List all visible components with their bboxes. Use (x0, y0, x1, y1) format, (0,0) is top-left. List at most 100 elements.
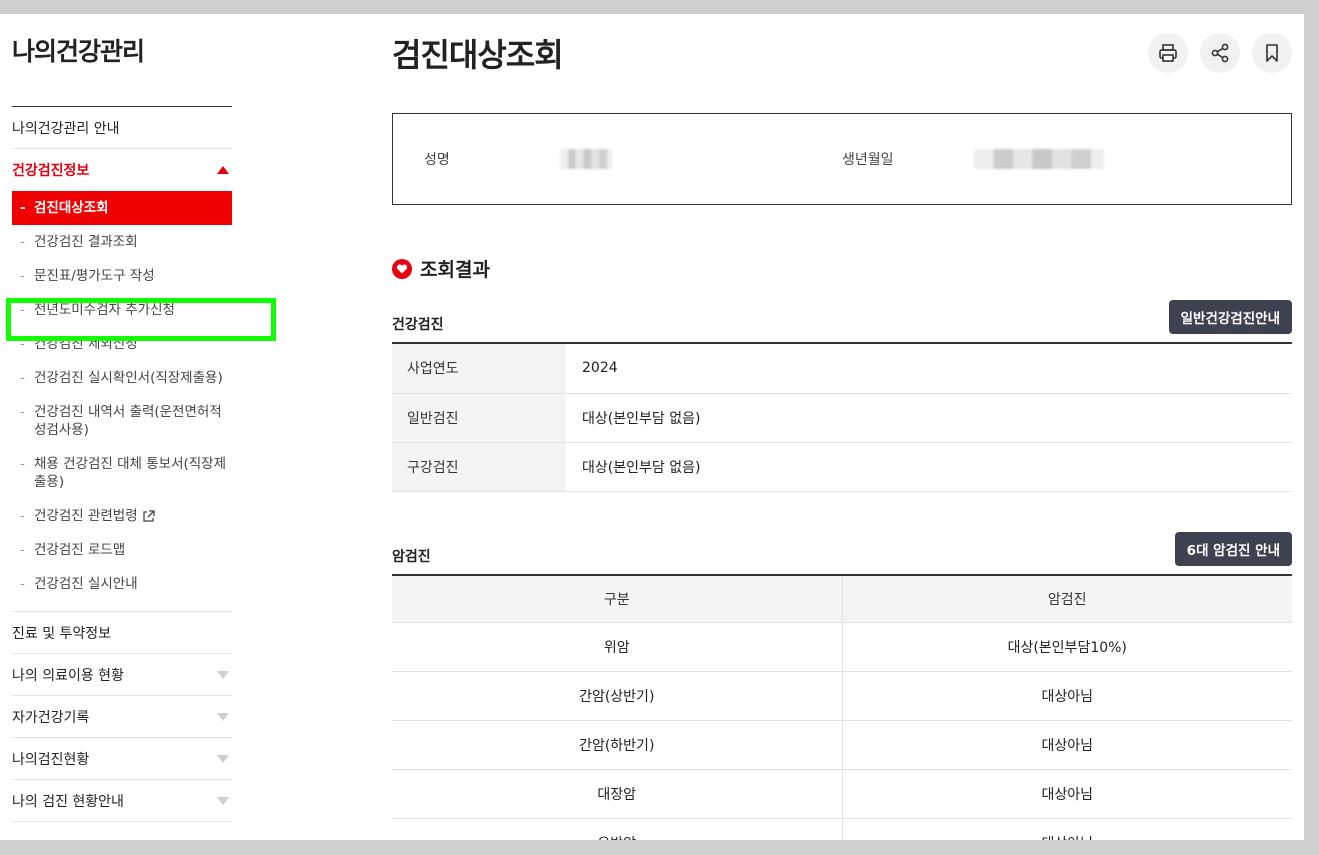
table-row: 구강검진 대상(본인부담 없음) (392, 442, 1292, 492)
submenu-label: 건강검진 실시안내 (34, 576, 138, 592)
submenu-item-print-statement[interactable]: - 건강검진 내역서 출력(운전면허적성검사용) (12, 395, 232, 447)
cancer-section-header: 암검진 6대 암검진 안내 (392, 531, 1292, 576)
row-label: 구강검진 (392, 442, 566, 492)
dash-icon: - (20, 234, 25, 250)
sidebar-item-label: 자가건강기록 (12, 709, 90, 726)
submenu-label: 건강검진 결과조회 (34, 234, 138, 250)
table-row: 일반검진 대상(본인부담 없음) (392, 393, 1292, 443)
sidebar-item-medical-usage[interactable]: 나의 의료이용 현황 (12, 654, 232, 696)
print-icon (1159, 44, 1177, 62)
name-label: 성명 (424, 152, 450, 168)
toolbar (1148, 33, 1292, 73)
table-row: 간암(상반기) 대상아님 (392, 671, 1292, 721)
birth-value-masked (974, 149, 1104, 169)
submenu-item-target-inquiry[interactable]: - 검진대상조회 (12, 191, 232, 225)
submenu-label: 건강검진 로드맵 (34, 542, 126, 558)
table-header-row: 구분 암검진 (392, 575, 1292, 623)
submenu-item-exclusion[interactable]: - 건강검진 제외신청 (12, 327, 232, 361)
birth-label: 생년월일 (842, 152, 894, 168)
row-value: 대상(본인부담 없음) (566, 393, 1292, 443)
dash-icon: - (20, 456, 25, 472)
cancer-section-title: 암검진 (392, 548, 431, 565)
dash-icon: - (20, 200, 26, 216)
sidebar-item-checkup-info[interactable]: 건강검진정보 (12, 149, 232, 191)
submenu-item-guide[interactable]: - 건강검진 실시안내 (12, 567, 232, 601)
bookmark-icon (1266, 44, 1278, 62)
row-value: 대상(본인부담 없음) (566, 442, 1292, 492)
dash-icon: - (20, 336, 25, 352)
share-button[interactable] (1200, 33, 1240, 73)
cancer-guide-button[interactable]: 6대 암검진 안내 (1174, 531, 1292, 566)
sidebar-item-label: 나의검진현황 (12, 751, 90, 768)
cell-type: 간암(상반기) (392, 671, 843, 721)
sidebar-item-checkup-status-guide[interactable]: 나의 검진 현황안내 (12, 780, 232, 822)
table-row: 사업연도 2024 (392, 344, 1292, 394)
submenu-label: 건강검진 제외신청 (34, 336, 138, 352)
user-info-box: 성명 생년월일 (392, 113, 1292, 205)
triangle-down-icon (217, 670, 229, 679)
sidebar-item-label: 건강검진정보 (12, 163, 90, 179)
dash-icon: - (20, 576, 25, 592)
general-checkup-guide-button[interactable]: 일반건강검진안내 (1168, 300, 1292, 334)
submenu-label: 검진대상조회 (34, 200, 109, 216)
submenu-item-questionnaire[interactable]: - 문진표/평가도구 작성 (12, 259, 232, 293)
submenu-label: 건강검진 관련법령 (34, 508, 138, 524)
cell-type: 유방암 (392, 818, 843, 840)
dash-icon: - (20, 302, 25, 318)
submenu-label: 건강검진 실시확인서(직장제출용) (34, 370, 223, 386)
triangle-down-icon (217, 796, 229, 805)
result-heading: 조회결과 (392, 255, 1292, 282)
dash-icon: - (20, 370, 25, 386)
name-value-masked (560, 149, 612, 169)
submenu-item-confirmation[interactable]: - 건강검진 실시확인서(직장제출용) (12, 361, 232, 395)
sidebar-item-health-guide[interactable]: 나의건강관리 안내 (12, 107, 232, 149)
dash-icon: - (20, 404, 25, 420)
dash-icon: - (20, 268, 25, 284)
cell-type: 대장암 (392, 769, 843, 819)
triangle-down-icon (217, 754, 229, 763)
health-section-header: 건강검진 일반건강검진안내 (392, 300, 1292, 344)
column-header-type: 구분 (392, 575, 843, 623)
health-table: 사업연도 2024 일반검진 대상(본인부담 없음) 구강검진 대상(본인부담 없음) (392, 344, 1292, 492)
sidebar-item-treatment-info[interactable]: 진료 및 투약정보 (12, 612, 232, 654)
dash-icon: - (20, 508, 25, 524)
main-content: 검진대상조회 성명 생년월일 조회결과 건강검진 일반건강검진안내 사업연도 2… (392, 14, 1292, 840)
sidebar-item-label: 나의 검진 현황안내 (12, 793, 124, 810)
sidebar-item-my-checkup-status[interactable]: 나의검진현황 (12, 738, 232, 780)
row-label: 일반검진 (392, 393, 566, 443)
triangle-down-icon (217, 712, 229, 721)
submenu-label: 건강검진 내역서 출력(운전면허적성검사용) (34, 404, 222, 438)
cell-status: 대상아님 (842, 720, 1292, 770)
submenu-item-roadmap[interactable]: - 건강검진 로드맵 (12, 533, 232, 567)
cell-status: 대상(본인부담10%) (842, 622, 1292, 672)
health-section-title: 건강검진 (392, 317, 444, 333)
row-value: 2024 (566, 344, 1292, 394)
column-header-cancer: 암검진 (842, 575, 1292, 623)
submenu-item-results[interactable]: - 건강검진 결과조회 (12, 225, 232, 259)
sidebar-title: 나의건강관리 (12, 32, 232, 107)
sidebar-item-label: 나의건강관리 안내 (12, 120, 120, 137)
table-row: 위암 대상(본인부담10%) (392, 622, 1292, 672)
page: 나의건강관리 나의건강관리 안내 건강검진정보 - 검진대상조회 - 건강검진 결과… (0, 14, 1304, 840)
table-row: 간암(하반기) 대상아님 (392, 720, 1292, 770)
submenu-label: 채용 건강검진 대체 통보서(직장제출용) (34, 456, 227, 490)
cell-status: 대상아님 (842, 671, 1292, 721)
sidebar: 나의건강관리 나의건강관리 안내 건강검진정보 - 검진대상조회 - 건강검진 결과… (12, 14, 232, 822)
submenu-item-laws[interactable]: - 건강검진 관련법령 (12, 499, 232, 533)
print-button[interactable] (1148, 33, 1188, 73)
cell-status: 대상아님 (842, 769, 1292, 819)
result-title: 조회결과 (420, 259, 490, 281)
external-link-icon (143, 509, 155, 522)
sidebar-item-label: 나의 의료이용 현황 (12, 667, 124, 684)
submenu-item-employment-notice[interactable]: - 채용 건강검진 대체 통보서(직장제출용) (12, 447, 232, 499)
bookmark-button[interactable] (1252, 33, 1292, 73)
sidebar-submenu: - 검진대상조회 - 건강검진 결과조회 - 문진표/평가도구 작성 - 전년도미수검자… (12, 191, 232, 612)
cell-type: 위암 (392, 622, 843, 672)
sidebar-item-label: 진료 및 투약정보 (12, 625, 112, 642)
cell-type: 간암(하반기) (392, 720, 843, 770)
dash-icon: - (20, 542, 25, 558)
cell-status: 대상아님 (842, 818, 1292, 840)
sidebar-item-self-record[interactable]: 자가건강기록 (12, 696, 232, 738)
submenu-item-additional-request[interactable]: - 전년도미수검자 추가신청 (12, 293, 232, 327)
heart-icon (392, 258, 412, 279)
